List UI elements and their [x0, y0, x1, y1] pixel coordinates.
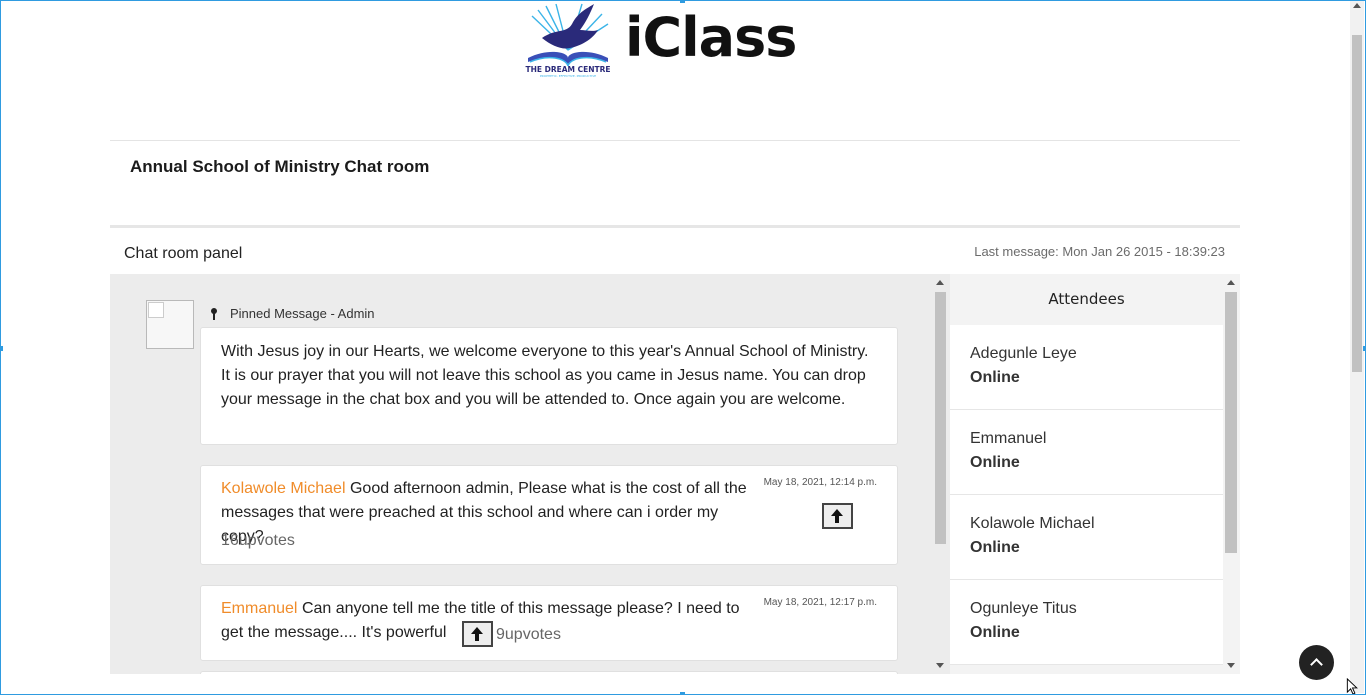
attendee-name: Adegunle Leye — [970, 345, 1077, 362]
scroll-down-arrow-icon[interactable] — [1227, 663, 1235, 668]
chat-panel-header: Chat room panel Last message: Mon Jan 26… — [110, 228, 1240, 274]
scroll-to-top-button[interactable] — [1299, 645, 1334, 680]
logo-tagline: PROPHETIC. EFFECTIVE. PRODUCTIVE — [540, 74, 596, 78]
resize-handle-top[interactable] — [680, 0, 685, 3]
admin-avatar — [146, 300, 194, 349]
chat-message-list[interactable]: Pinned Message - Admin With Jesus joy in… — [110, 274, 950, 674]
message-timestamp: May 18, 2021, 12:14 p.m. — [763, 477, 877, 488]
chevron-up-icon — [1310, 658, 1323, 671]
panel-title: Chat room panel — [124, 245, 243, 262]
chat-message: May 18, 2021, 12:14 p.m. Kolawole Michae… — [200, 465, 898, 565]
scroll-up-arrow-icon[interactable] — [1227, 280, 1235, 285]
upvote-button[interactable] — [822, 503, 853, 529]
site-logo[interactable]: THE DREAM CENTRE PROPHETIC. EFFECTIVE. P… — [522, 2, 814, 80]
message-author[interactable]: Kolawole Michael — [221, 480, 346, 497]
page-title: Annual School of Ministry Chat room — [130, 157, 430, 176]
message-author[interactable]: Emmanuel — [221, 600, 297, 617]
upvote-button[interactable] — [462, 621, 493, 647]
scroll-down-arrow-icon[interactable] — [936, 663, 944, 668]
attendees-panel[interactable]: Attendees Adegunle Leye Online Emmanuel … — [950, 274, 1240, 674]
attendee-item[interactable]: Kolawole Michael Online — [950, 495, 1223, 580]
brand-name: iClass — [625, 6, 797, 69]
mouse-cursor-icon — [1346, 678, 1358, 695]
attendees-title: Attendees — [1048, 290, 1125, 308]
attendee-status: Online — [970, 454, 1020, 471]
upvote-count: 16upvotes — [221, 532, 295, 549]
attendee-status: Online — [970, 539, 1020, 556]
chat-scrollbar[interactable] — [933, 276, 947, 672]
attendee-status: Online — [970, 369, 1020, 386]
attendee-name: Ogunleye Titus — [970, 600, 1077, 617]
attendees-scrollbar[interactable] — [1224, 276, 1238, 672]
pin-icon — [210, 307, 218, 320]
attendee-item[interactable]: Emmanuel Online — [950, 410, 1223, 495]
chat-message: May 18, 2021, 12:17 p.m. Emmanuel Can an… — [200, 585, 898, 661]
attendee-name: Emmanuel — [970, 430, 1047, 447]
attendee-status: Online — [970, 624, 1020, 641]
upvote-count: 9upvotes — [496, 626, 561, 643]
attendee-item[interactable]: Adegunle Leye Online — [950, 325, 1223, 410]
scroll-up-arrow-icon[interactable] — [1353, 3, 1361, 8]
pinned-message: With Jesus joy in our Hearts, we welcome… — [200, 327, 898, 445]
page-scrollbar[interactable] — [1350, 1, 1364, 693]
attendee-item[interactable]: Ogunleye Titus Online — [950, 580, 1223, 665]
page-scrollbar-thumb[interactable] — [1352, 35, 1362, 372]
logo-text: THE DREAM CENTRE — [525, 65, 610, 74]
attendees-scrollbar-thumb[interactable] — [1225, 292, 1237, 553]
chat-message — [200, 671, 898, 674]
message-timestamp: May 18, 2021, 12:17 p.m. — [763, 597, 877, 608]
divider — [110, 140, 1240, 141]
dream-centre-logo-icon: THE DREAM CENTRE PROPHETIC. EFFECTIVE. P… — [525, 3, 611, 78]
pinned-label-text: Pinned Message - Admin — [230, 306, 375, 321]
chat-scrollbar-thumb[interactable] — [935, 292, 946, 544]
pinned-message-text: With Jesus joy in our Hearts, we welcome… — [221, 343, 869, 408]
attendee-name: Kolawole Michael — [970, 515, 1095, 532]
pinned-label: Pinned Message - Admin — [210, 306, 375, 321]
resize-handle-left[interactable] — [0, 346, 3, 351]
scroll-up-arrow-icon[interactable] — [936, 280, 944, 285]
last-message-timestamp: Last message: Mon Jan 26 2015 - 18:39:23 — [974, 244, 1225, 259]
